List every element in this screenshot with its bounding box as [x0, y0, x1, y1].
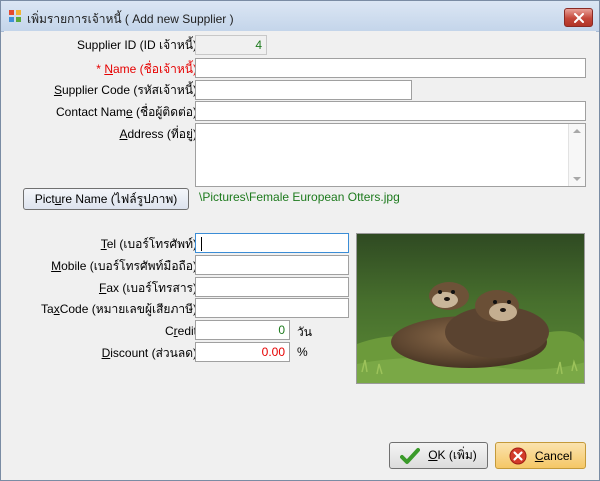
close-button[interactable]	[564, 8, 593, 27]
ok-label-rest: K (เพิ่ม)	[437, 448, 477, 462]
app-icon	[9, 10, 21, 22]
discount-label: Discount (ส่วนลด)	[102, 345, 197, 361]
address-label-key: A	[119, 127, 128, 141]
mobile-label-key: M	[51, 259, 62, 273]
mobile-label: Mobile (เบอร์โทรศัพท์มือถือ)	[51, 258, 197, 274]
name-label-rest: ame (ชื่อเจ้าหนี้)	[112, 62, 197, 76]
supplier-id-value: 4	[195, 35, 267, 55]
address-label-rest: ddress (ที่อยู่)	[127, 127, 198, 141]
fax-label: Fax (เบอร์โทรสาร)	[99, 280, 197, 296]
picture-path: \Pictures\Female European Otters.jpg	[199, 190, 400, 204]
scroll-down-arrow-icon[interactable]	[573, 177, 581, 181]
discount-label-key: D	[101, 346, 111, 360]
discount-input[interactable]: 0.00	[195, 342, 290, 362]
scroll-up-arrow-icon[interactable]	[573, 129, 581, 133]
discount-unit: %	[297, 345, 308, 359]
supplier-code-label-key: S	[53, 83, 62, 97]
credit-label: Credit	[165, 323, 197, 339]
supplier-code-label: Supplier Code (รหัสเจ้าหนี้)	[54, 82, 197, 98]
mobile-input[interactable]	[195, 255, 349, 275]
cancel-button[interactable]: Cancel	[495, 442, 586, 469]
address-scrollbar[interactable]	[568, 124, 585, 186]
contact-name-label-pre: Contact Nam	[55, 105, 127, 119]
picture-button-rest: re Name (ไฟล์รูปภาพ)	[61, 192, 178, 206]
discount-label-rest: iscount (ส่วนลด)	[110, 346, 197, 360]
tel-input[interactable]	[195, 233, 349, 253]
contact-name-label-rest: (ชื่อผู้ติดต่อ)	[132, 105, 197, 119]
contact-name-label-key: e	[126, 105, 133, 119]
form-body: Supplier ID (ID เจ้าหนี้) 4 * Name (ชื่อ…	[4, 31, 596, 477]
cancel-icon	[509, 447, 527, 464]
tel-label: Tel (เบอร์โทรศัพท์)	[101, 236, 197, 252]
taxcode-label-pre: Ta	[41, 302, 54, 316]
title-bar[interactable]: เพิ่มรายการเจ้าหนี้ ( Add new Supplier )	[1, 1, 599, 32]
name-label: * Name (ชื่อเจ้าหนี้)	[96, 61, 197, 77]
address-label: Address (ที่อยู่)	[119, 126, 197, 142]
cancel-label-rest: ancel	[543, 448, 573, 463]
fax-input[interactable]	[195, 277, 349, 297]
ok-label-key: O	[428, 448, 438, 462]
name-label-key: N	[104, 62, 113, 76]
picture-name-button[interactable]: Picture Name (ไฟล์รูปภาพ)	[23, 188, 189, 210]
window-title: เพิ่มรายการเจ้าหนี้ ( Add new Supplier )	[27, 12, 234, 26]
close-icon	[573, 12, 584, 23]
cancel-label: Cancel	[535, 449, 572, 463]
contact-name-label: Contact Name (ชื่อผู้ติดต่อ)	[56, 104, 197, 120]
add-supplier-window: เพิ่มรายการเจ้าหนี้ ( Add new Supplier )…	[0, 0, 600, 481]
ok-label: OK (เพิ่ม)	[428, 446, 477, 465]
taxcode-input[interactable]	[195, 298, 349, 318]
mobile-label-rest: obile (เบอร์โทรศัพท์มือถือ)	[61, 259, 197, 273]
contact-name-input[interactable]	[195, 101, 586, 121]
name-input[interactable]	[195, 58, 586, 78]
credit-input[interactable]: 0	[195, 320, 290, 340]
fax-label-rest: ax (เบอร์โทรสาร)	[106, 281, 197, 295]
picture-button-pre: Pict	[34, 192, 55, 206]
supplier-picture	[356, 233, 585, 384]
supplier-code-input[interactable]	[195, 80, 412, 100]
text-caret	[201, 236, 202, 251]
address-textarea[interactable]	[195, 123, 586, 187]
supplier-code-label-rest: upplier Code (รหัสเจ้าหนี้)	[61, 83, 197, 97]
ok-button[interactable]: OK (เพิ่ม)	[389, 442, 488, 469]
taxcode-label-rest: Code (หมายเลขผู้เสียภาษี)	[59, 302, 197, 316]
otters-photo	[357, 234, 584, 383]
credit-label-pre: C	[164, 324, 174, 338]
checkmark-icon	[400, 447, 421, 464]
taxcode-label: TaxCode (หมายเลขผู้เสียภาษี)	[41, 301, 197, 317]
supplier-id-label: Supplier ID (ID เจ้าหนี้)	[76, 38, 197, 52]
tel-label-rest: el (เบอร์โทรศัพท์)	[106, 237, 197, 251]
credit-unit: วัน	[297, 325, 312, 339]
